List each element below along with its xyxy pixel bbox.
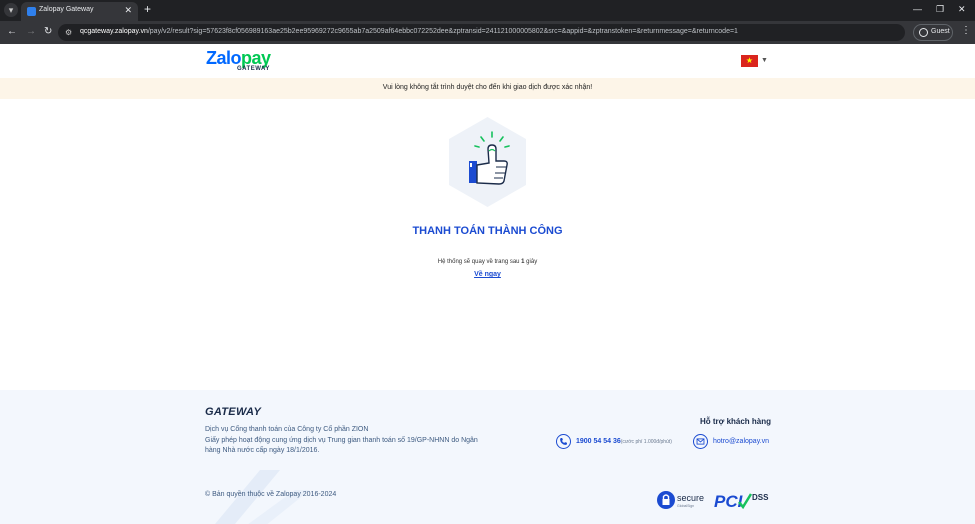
company-text: Dịch vụ Cổng thanh toán của Công ty Cổ p… bbox=[205, 426, 369, 433]
forward-arrow-icon[interactable]: → bbox=[26, 26, 36, 37]
url-text[interactable]: qcgateway.zalopay.vn/pay/v2/result?sig=5… bbox=[80, 28, 738, 35]
site-info-icon[interactable]: ⚙ bbox=[65, 28, 72, 37]
minimize-icon[interactable]: — bbox=[913, 4, 922, 14]
redirect-countdown: Hệ thống sẽ quay về trang sau 1 giây bbox=[437, 259, 538, 265]
hotline-fee-note: (cước phí 1.000đ/phút) bbox=[620, 439, 672, 445]
svg-text:secure: secure bbox=[677, 493, 704, 503]
payment-success-title: THANH TOÁN THÀNH CÔNG bbox=[412, 225, 563, 237]
back-arrow-icon[interactable]: ← bbox=[7, 26, 17, 37]
license-text: Giấy phép hoạt động cung ứng dịch vụ Tru… bbox=[205, 437, 478, 454]
footer-brand: GATEWAY bbox=[205, 406, 262, 418]
browser-tab[interactable]: Zalopay Gateway ✕ bbox=[21, 2, 138, 21]
support-title: Hỗ trợ khách hàng bbox=[700, 417, 772, 426]
globalsign-secure-badge: secure GlobalSign bbox=[657, 491, 704, 509]
zalopay-favicon-icon bbox=[27, 7, 36, 16]
svg-text:GlobalSign: GlobalSign bbox=[677, 504, 694, 508]
svg-text:DSS: DSS bbox=[752, 493, 769, 502]
address-toolbar: ← → ↻ ⚙ qcgateway.zalopay.vn/pay/v2/resu… bbox=[0, 21, 975, 44]
return-now-link[interactable]: Về ngay bbox=[0, 271, 975, 278]
language-dropdown-icon[interactable]: ▼ bbox=[761, 57, 768, 64]
footer: GATEWAY Dịch vụ Cổng thanh toán của Công… bbox=[0, 390, 975, 524]
notice-banner: Vui lòng không tắt trình duyệt cho đến k… bbox=[0, 78, 975, 99]
phone-icon bbox=[556, 434, 571, 449]
profile-label: Guest bbox=[931, 28, 950, 35]
address-bar[interactable]: ⚙ qcgateway.zalopay.vn/pay/v2/result?sig… bbox=[58, 24, 905, 41]
window-close-icon[interactable]: ✕ bbox=[958, 4, 966, 15]
browser-tab-strip: ▾ Zalopay Gateway ✕ + — ❐ ✕ bbox=[0, 0, 975, 21]
profile-button[interactable]: Guest bbox=[913, 24, 953, 41]
footer-decoration bbox=[215, 470, 310, 524]
tab-title: Zalopay Gateway bbox=[39, 6, 94, 13]
copyright-text: © Bản quyền thuộc về Zalopay 2016-2024 bbox=[205, 491, 337, 498]
profile-icon bbox=[919, 28, 928, 37]
reload-icon[interactable]: ↻ bbox=[44, 26, 52, 37]
email-icon bbox=[693, 434, 708, 449]
close-tab-icon[interactable]: ✕ bbox=[124, 5, 132, 16]
new-tab-icon[interactable]: + bbox=[144, 2, 151, 16]
vietnam-flag-icon[interactable]: ★ bbox=[741, 55, 758, 67]
svg-text:PCI: PCI bbox=[714, 492, 744, 511]
more-menu-icon[interactable]: ⋮ bbox=[961, 25, 971, 36]
notice-text: Vui lòng không tắt trình duyệt cho đến k… bbox=[382, 84, 593, 91]
hotline-number[interactable]: 1900 54 54 36(cước phí 1.000đ/phút) bbox=[576, 438, 672, 445]
pci-dss-badge: PCI DSS bbox=[714, 492, 769, 511]
support-email-link[interactable]: hotro@zalopay.vn bbox=[713, 438, 769, 445]
restore-icon[interactable]: ❐ bbox=[936, 4, 944, 15]
zalopay-gateway-logo[interactable]: Zalopay GATEWAY bbox=[206, 48, 286, 74]
logo-subtitle: GATEWAY bbox=[237, 66, 270, 72]
thumbs-up-success-icon bbox=[449, 117, 526, 207]
tab-search-button[interactable]: ▾ bbox=[4, 3, 18, 17]
